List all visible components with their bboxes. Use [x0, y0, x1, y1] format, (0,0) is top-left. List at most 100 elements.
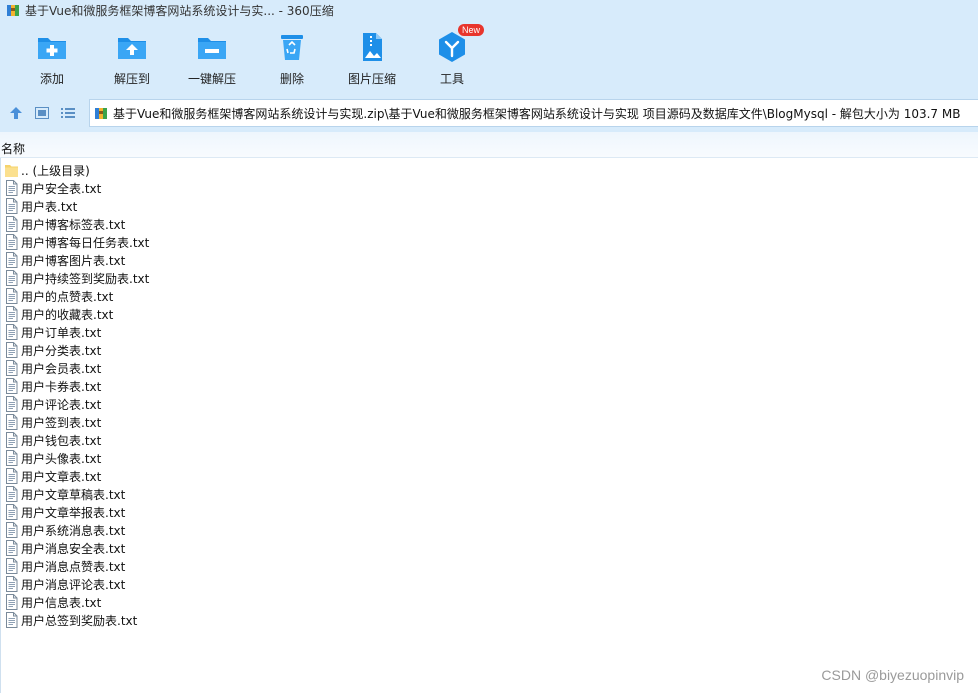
file-row[interactable]: 用户博客图片表.txt [0, 251, 978, 269]
file-row[interactable]: 用户的点赞表.txt [0, 287, 978, 305]
file-name: .. (上级目录) [21, 163, 90, 178]
file-row[interactable]: 用户持续签到奖励表.txt [0, 269, 978, 287]
file-name: 用户总签到奖励表.txt [21, 613, 138, 628]
file-row[interactable]: 用户消息评论表.txt [0, 575, 978, 593]
file-row[interactable]: 用户会员表.txt [0, 359, 978, 377]
file-row[interactable]: 用户总签到奖励表.txt [0, 611, 978, 629]
add-icon [38, 38, 66, 59]
file-row[interactable]: 用户卡券表.txt [0, 377, 978, 395]
file-row[interactable]: 用户的收藏表.txt [0, 305, 978, 323]
extract-to-icon [118, 38, 146, 59]
file-name: 用户消息安全表.txt [21, 541, 126, 556]
tools-button[interactable]: New 工具 [412, 24, 492, 87]
text-file-icon [6, 450, 18, 466]
file-row[interactable]: 用户信息表.txt [0, 593, 978, 611]
column-name-header[interactable]: 名称 [1, 140, 25, 157]
file-row[interactable]: 用户钱包表.txt [0, 431, 978, 449]
text-file-icon [6, 360, 18, 376]
recycle-bin-icon [281, 35, 303, 60]
file-name: 用户分类表.txt [21, 343, 102, 358]
text-file-icon [6, 594, 18, 610]
file-row[interactable]: 用户签到表.txt [0, 413, 978, 431]
file-row[interactable]: 用户博客标签表.txt [0, 215, 978, 233]
text-file-icon [6, 216, 18, 232]
add-button[interactable]: 添加 [12, 30, 92, 87]
file-row[interactable]: 用户博客每日任务表.txt [0, 233, 978, 251]
one-click-extract-icon [198, 38, 226, 59]
file-row[interactable]: 用户评论表.txt [0, 395, 978, 413]
title-bar: 基于Vue和微服务框架博客网站系统设计与实... - 360压缩 [0, 0, 978, 20]
image-compress-button[interactable]: 图片压缩 [332, 30, 412, 87]
file-row[interactable]: 用户消息点赞表.txt [0, 557, 978, 575]
file-row[interactable]: 用户系统消息表.txt [0, 521, 978, 539]
toolbar: 添加 解压到 一键解压 删除 图片压缩 New 工具 [0, 20, 978, 94]
text-file-icon [6, 324, 18, 340]
file-name: 用户系统消息表.txt [21, 523, 126, 538]
delete-label: 删除 [279, 72, 304, 86]
text-file-icon [6, 558, 18, 574]
text-file-icon [6, 414, 18, 430]
file-row[interactable]: 用户文章表.txt [0, 467, 978, 485]
text-file-icon [6, 486, 18, 502]
text-file-icon [6, 342, 18, 358]
file-name: 用户的点赞表.txt [21, 289, 114, 304]
file-name: 用户博客每日任务表.txt [21, 235, 150, 250]
file-name: 用户文章举报表.txt [21, 505, 126, 520]
file-name: 用户钱包表.txt [21, 433, 102, 448]
column-header: 名称 [0, 132, 978, 158]
address-bar: 基于Vue和微服务框架博客网站系统设计与实现.zip\基于Vue和微服务框架博客… [0, 94, 978, 132]
text-file-icon [6, 270, 18, 286]
one-click-extract-label: 一键解压 [187, 72, 236, 86]
text-file-icon [6, 180, 18, 196]
parent-directory-row[interactable]: .. (上级目录) [0, 161, 978, 179]
text-file-icon [6, 378, 18, 394]
file-name: 用户安全表.txt [21, 181, 102, 196]
text-file-icon [6, 198, 18, 214]
up-level-button[interactable] [6, 103, 26, 123]
file-name: 用户评论表.txt [21, 397, 102, 412]
file-row[interactable]: 用户订单表.txt [0, 323, 978, 341]
file-row[interactable]: 用户安全表.txt [0, 179, 978, 197]
extract-to-label: 解压到 [113, 72, 150, 86]
thumbnail-view-button[interactable] [32, 103, 52, 123]
text-file-icon [6, 396, 18, 412]
arrow-up-icon [10, 107, 22, 119]
file-row[interactable]: 用户头像表.txt [0, 449, 978, 467]
text-file-icon [6, 432, 18, 448]
list-view-button[interactable] [58, 103, 78, 123]
file-row[interactable]: 用户消息安全表.txt [0, 539, 978, 557]
file-row[interactable]: 用户分类表.txt [0, 341, 978, 359]
zip-archive-icon [95, 108, 107, 119]
extract-to-button[interactable]: 解压到 [92, 30, 172, 87]
text-file-icon [6, 540, 18, 556]
file-name: 用户文章草稿表.txt [21, 487, 126, 502]
text-file-icon [6, 504, 18, 520]
file-name: 用户持续签到奖励表.txt [21, 271, 150, 286]
file-name: 用户消息评论表.txt [21, 577, 126, 592]
text-file-icon [6, 252, 18, 268]
file-row[interactable]: 用户文章草稿表.txt [0, 485, 978, 503]
text-file-icon [6, 522, 18, 538]
file-name: 用户消息点赞表.txt [21, 559, 126, 574]
archive-app-icon [7, 5, 19, 16]
text-file-icon [6, 288, 18, 304]
file-name: 用户签到表.txt [21, 415, 102, 430]
app-window: 基于Vue和微服务框架博客网站系统设计与实... - 360压缩 添加 解压到 [0, 0, 978, 693]
delete-button[interactable]: 删除 [252, 30, 332, 87]
text-file-icon [6, 612, 18, 628]
file-name: 用户头像表.txt [21, 451, 102, 466]
text-file-icon [6, 468, 18, 484]
file-name: 用户卡券表.txt [21, 379, 102, 394]
file-row[interactable]: 用户文章举报表.txt [0, 503, 978, 521]
one-click-extract-button[interactable]: 一键解压 [172, 30, 252, 87]
new-badge: New [458, 24, 485, 36]
image-compress-icon [363, 33, 382, 61]
path-text: 基于Vue和微服务框架博客网站系统设计与实现.zip\基于Vue和微服务框架博客… [113, 106, 961, 121]
file-row[interactable]: 用户表.txt [0, 197, 978, 215]
watermark: CSDN @biyezuopinvip [821, 667, 964, 683]
path-field[interactable]: 基于Vue和微服务框架博客网站系统设计与实现.zip\基于Vue和微服务框架博客… [89, 99, 978, 127]
text-file-icon [6, 234, 18, 250]
text-file-icon [6, 576, 18, 592]
list-view-icon [61, 108, 75, 118]
file-name: 用户的收藏表.txt [21, 307, 114, 322]
